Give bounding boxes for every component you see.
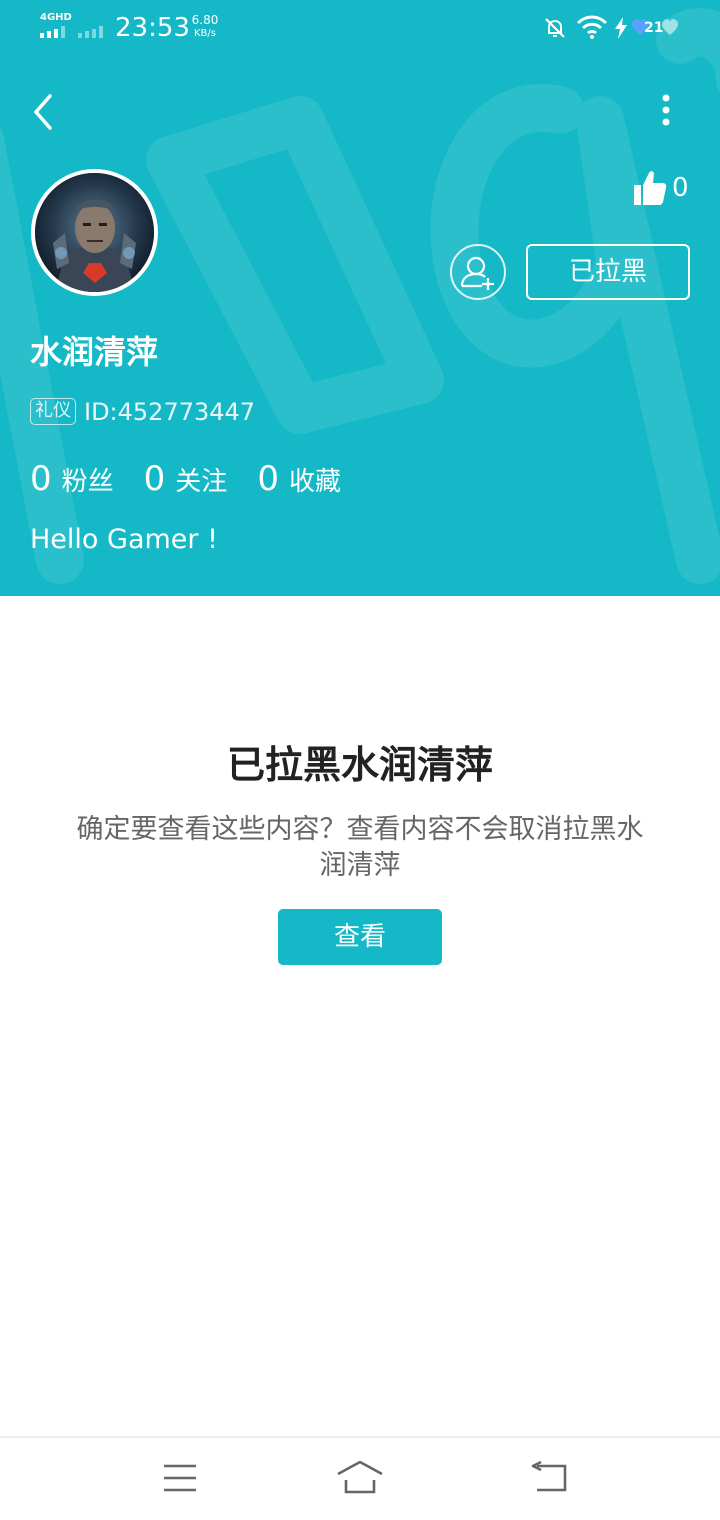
home-icon[interactable]: [336, 1458, 384, 1496]
back-icon[interactable]: [529, 1460, 569, 1496]
charging-icon: [615, 17, 627, 39]
add-friend-button[interactable]: [450, 244, 506, 300]
menu-icon[interactable]: [162, 1462, 198, 1494]
battery-level: 21: [644, 20, 664, 36]
stat-label: 关注: [175, 467, 228, 497]
blocked-title: 已拉黑水润清萍: [226, 743, 493, 787]
user-id: ID:452773447: [84, 398, 256, 426]
signal-icon: [40, 26, 65, 38]
user-bio: Hello Gamer !: [30, 524, 218, 555]
thumbs-up-icon[interactable]: [633, 168, 667, 208]
bell-muted-icon: [545, 18, 565, 38]
view-content-button[interactable]: 查看: [278, 909, 442, 965]
stat-value: 0: [30, 459, 52, 499]
clock: 23:53: [115, 13, 190, 43]
username: 水润清萍: [30, 333, 159, 371]
blocked-description: 确定要查看这些内容？查看内容不会取消拉黑水润清萍: [76, 814, 644, 881]
avatar[interactable]: [31, 169, 158, 296]
blocked-button[interactable]: 已拉黑: [526, 244, 690, 300]
avatar-image: [35, 173, 154, 292]
stat-following[interactable]: 0 关注: [144, 458, 228, 503]
wifi-icon: [576, 15, 608, 39]
stat-label: 粉丝: [61, 467, 114, 497]
network-type: 4GHD: [40, 12, 72, 23]
back-arrow-icon[interactable]: [26, 90, 66, 134]
signal-secondary-icon: [78, 26, 103, 38]
stat-favorites[interactable]: 0 收藏: [257, 458, 341, 503]
stat-label: 收藏: [288, 467, 341, 497]
status-bar: 4GHD 23:53 6.80 KB/s 21: [0, 0, 720, 60]
stat-value: 0: [143, 459, 166, 499]
net-speed-unit: KB/s: [194, 28, 216, 39]
system-nav-bar: [0, 1436, 720, 1520]
stat-value: 0: [257, 459, 279, 499]
net-speed-value: 6.80: [191, 13, 219, 27]
stat-fans[interactable]: 0 粉丝: [30, 458, 114, 503]
add-user-icon: [460, 256, 494, 290]
user-stats: 0 粉丝 0 关注 0 收藏: [30, 458, 371, 503]
profile-header: 4GHD 23:53 6.80 KB/s 21 0 已拉黑 水润清萍 礼仪 ID…: [0, 0, 720, 596]
more-vertical-icon[interactable]: [650, 88, 680, 132]
like-count: 0: [672, 173, 689, 203]
user-tag: 礼仪: [30, 398, 76, 425]
